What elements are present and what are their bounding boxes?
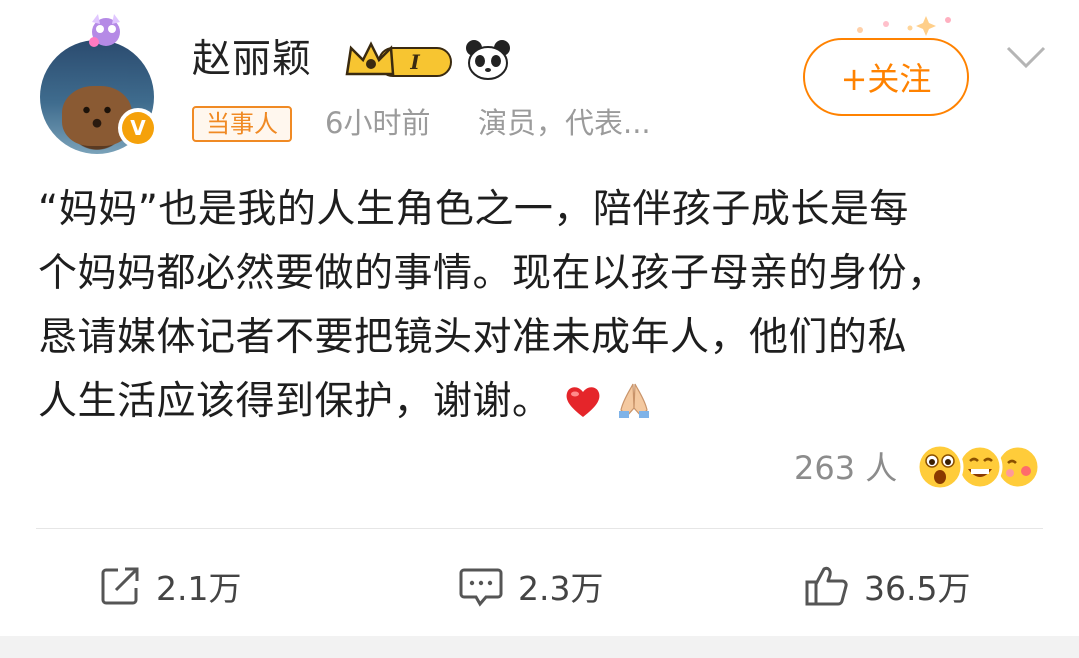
- post-content: “妈妈”也是我的人生角色之一，陪伴孩子成长是每 个妈妈都必然要做的事情。现在以孩…: [38, 178, 1048, 434]
- grinning-face-icon: [957, 444, 1003, 490]
- red-heart-icon: [566, 387, 600, 417]
- comment-icon: [459, 568, 503, 607]
- role-tag: 当事人: [192, 106, 292, 142]
- sparkle-icon: [857, 16, 951, 36]
- kissing-face-icon: [995, 444, 1041, 490]
- vip-crown-icon[interactable]: I: [343, 38, 455, 82]
- author-name[interactable]: 赵丽颖: [192, 34, 312, 86]
- reactions-count[interactable]: 263 人: [794, 446, 897, 490]
- comment-button[interactable]: 2.3万: [458, 558, 603, 614]
- post-time: 6小时前: [325, 106, 431, 140]
- post-line-last: 人生活应该得到保护，谢谢。: [38, 370, 1048, 434]
- bottom-separator: [0, 636, 1079, 658]
- post-line: 恳请媒体记者不要把镜头对准未成年人，他们的私: [38, 315, 908, 360]
- vip-level-text: I: [409, 50, 420, 74]
- thumbs-up-icon: [805, 566, 848, 606]
- praying-hands-icon: [619, 381, 650, 418]
- avatar-pendant-icon: [89, 14, 120, 47]
- verified-badge: V: [118, 108, 158, 148]
- divider: [36, 528, 1043, 529]
- comment-count: 2.3万: [518, 569, 604, 608]
- shocked-face-icon: [916, 443, 964, 491]
- like-button[interactable]: 36.5万: [804, 558, 970, 614]
- post-line: 个妈妈都必然要做的事情。现在以孩子母亲的身份，: [38, 251, 947, 296]
- post-line: 人生活应该得到保护，谢谢。: [38, 379, 552, 424]
- verified-v-icon: V: [122, 112, 154, 144]
- like-count: 36.5万: [864, 569, 971, 608]
- repost-button[interactable]: 2.1万: [98, 558, 241, 614]
- reaction-emojis[interactable]: [914, 441, 1044, 493]
- post-line: “妈妈”也是我的人生角色之一，陪伴孩子成长是每: [38, 187, 909, 232]
- chevron-down-icon[interactable]: [1004, 42, 1048, 72]
- author-description[interactable]: 演员，代表...: [478, 103, 651, 143]
- follow-button[interactable]: +关注: [803, 38, 969, 116]
- repost-count: 2.1万: [156, 569, 242, 608]
- panda-icon: [466, 40, 510, 80]
- repost-icon: [101, 567, 139, 605]
